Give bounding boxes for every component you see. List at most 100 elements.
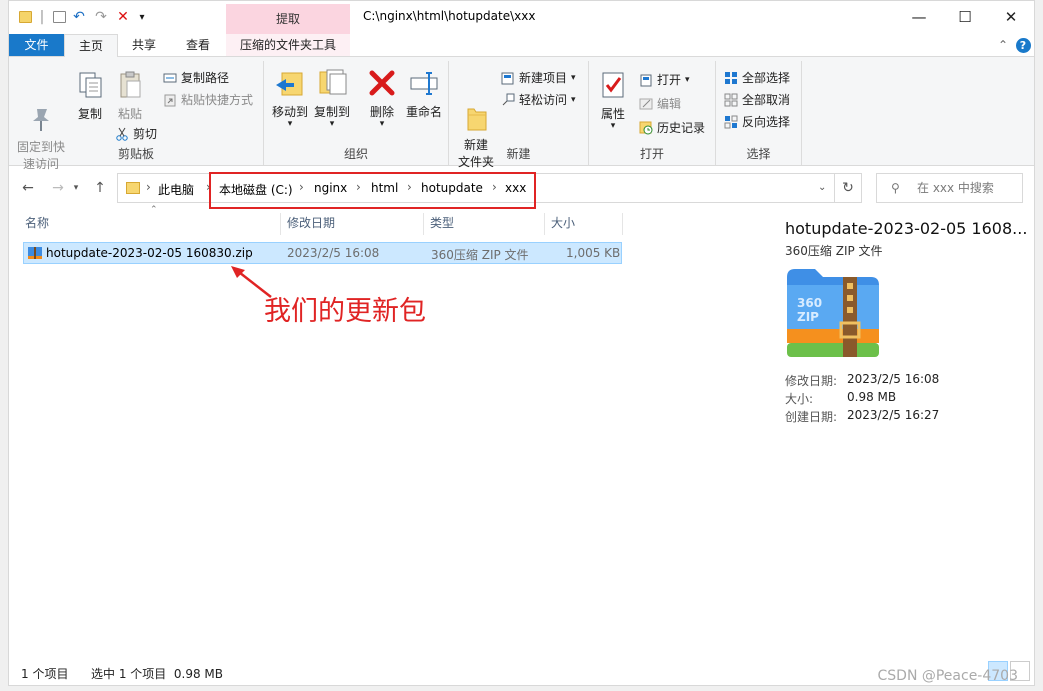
preview-size-label: 大小:: [785, 392, 814, 406]
paste-icon: [114, 69, 146, 101]
column-header-type[interactable]: 类型: [430, 211, 454, 235]
column-divider[interactable]: [544, 213, 545, 235]
watermark: CSDN @Peace-4703: [877, 668, 1019, 684]
tab-home[interactable]: 主页: [64, 34, 118, 57]
invert-selection-button[interactable]: 反向选择: [724, 113, 790, 130]
preview-title: hotupdate-2023-02-05 1608...: [785, 219, 1028, 238]
maximize-button[interactable]: ☐: [942, 1, 988, 32]
minimize-button[interactable]: —: [896, 1, 942, 32]
easy-access-label: 轻松访问: [519, 93, 568, 107]
column-divider[interactable]: [280, 213, 281, 235]
ribbon-tabs: 文件 主页 共享 查看 压缩的文件夹工具 ⌃ ?: [9, 34, 1034, 57]
preview-created-label: 创建日期:: [785, 410, 838, 424]
paste-label: 粘贴: [117, 107, 142, 121]
file-date: 2023/2/5 16:08: [287, 246, 380, 260]
rename-button[interactable]: 重命名: [402, 67, 446, 120]
collapse-ribbon-icon[interactable]: ⌃: [995, 34, 1011, 56]
easy-access-icon: [501, 93, 515, 107]
history-button[interactable]: 历史记录: [639, 119, 705, 136]
ribbon: 固定到快 速访问 复制 粘贴 复制路径 粘贴快捷方式 剪切 剪贴板 移动到 ▾ …: [9, 57, 1034, 171]
tab-compressed-folder-tools[interactable]: 压缩的文件夹工具: [226, 34, 350, 56]
delete-quick-icon[interactable]: ✕: [115, 7, 131, 27]
open-dropdown-icon: ▾: [685, 74, 690, 85]
forward-arrow-icon[interactable]: →: [47, 178, 69, 198]
new-item-button[interactable]: 新建项目 ▾: [501, 69, 576, 86]
chevron-right-icon: ›: [146, 180, 151, 194]
copy-to-button[interactable]: 复制到 ▾: [312, 67, 352, 129]
tab-view[interactable]: 查看: [170, 34, 226, 56]
refresh-icon[interactable]: ↻: [835, 173, 862, 203]
select-all-label: 全部选择: [742, 71, 791, 85]
edit-button[interactable]: 编辑: [639, 95, 681, 112]
column-header-name[interactable]: 名称: [25, 211, 49, 235]
select-group: 全部选择 全部取消 反向选择 选择: [716, 61, 802, 165]
recent-locations-icon[interactable]: ▾: [69, 178, 83, 198]
cut-button[interactable]: 剪切: [115, 125, 157, 142]
open-icon: [639, 73, 653, 87]
back-arrow-icon[interactable]: ←: [17, 178, 39, 198]
invert-selection-icon: [724, 115, 738, 129]
preview-modified-label: 修改日期:: [785, 374, 838, 388]
new-group: 新建 文件夹 新建项目 ▾ 轻松访问 ▾ 新建: [449, 61, 589, 169]
redo-icon[interactable]: ↷: [93, 7, 109, 27]
easy-access-dropdown-icon: ▾: [571, 94, 576, 105]
folder-icon: [17, 7, 33, 27]
properties-button[interactable]: 属性 ▾: [595, 69, 631, 131]
paste-button[interactable]: 粘贴: [111, 69, 149, 122]
new-group-label: 新建: [506, 147, 531, 161]
clipboard-group-label: 剪贴板: [117, 147, 154, 161]
copy-to-dropdown-icon: ▾: [329, 119, 335, 129]
up-arrow-icon[interactable]: ↑: [89, 178, 111, 198]
rename-label: 重命名: [405, 105, 442, 119]
new-item-icon: [501, 71, 515, 85]
navigation-bar: ← → ▾ ↑ › 此电脑 › 本地磁盘 (C:) › nginx › html…: [9, 171, 1034, 209]
copy-button[interactable]: 复制: [71, 69, 109, 122]
select-none-icon: [724, 93, 738, 107]
column-divider[interactable]: [423, 213, 424, 235]
delete-button[interactable]: 删除 ▾: [364, 67, 400, 129]
search-input[interactable]: ⚲ 在 xxx 中搜索: [876, 173, 1023, 203]
zip-archive-icon: 360 ZIP: [785, 267, 881, 363]
delete-icon: [366, 67, 398, 99]
highlight-box: [209, 172, 536, 209]
column-divider[interactable]: [622, 213, 623, 235]
folder-icon: [126, 182, 140, 194]
paste-shortcut-button[interactable]: 粘贴快捷方式: [163, 91, 253, 108]
column-header-size[interactable]: 大小: [551, 211, 575, 235]
address-dropdown-icon[interactable]: ⌄: [818, 182, 826, 193]
status-selection: 选中 1 个项目 0.98 MB: [91, 667, 224, 681]
select-all-icon: [724, 71, 738, 85]
undo-icon[interactable]: ↶: [71, 7, 87, 27]
select-none-button[interactable]: 全部取消: [724, 91, 790, 108]
select-all-button[interactable]: 全部选择: [724, 69, 790, 86]
select-none-label: 全部取消: [742, 93, 791, 107]
delete-label: 删除: [369, 105, 394, 119]
properties-dropdown-icon: ▾: [610, 121, 616, 131]
scissors-icon: [115, 127, 129, 141]
extract-context-tab[interactable]: 提取: [226, 4, 350, 34]
file-name: hotupdate-2023-02-05 160830.zip: [46, 246, 253, 260]
properties-quick-icon[interactable]: [51, 7, 67, 27]
help-icon[interactable]: ?: [1015, 34, 1031, 56]
open-button[interactable]: 打开 ▾: [639, 71, 690, 88]
move-to-dropdown-icon: ▾: [287, 119, 293, 129]
open-group-label: 打开: [639, 147, 664, 161]
clipboard-group: 固定到快 速访问 复制 粘贴 复制路径 粘贴快捷方式 剪切 剪贴板: [9, 61, 264, 171]
zip-file-icon: [28, 245, 42, 261]
column-header-date[interactable]: 修改日期: [287, 211, 335, 235]
separator: |: [39, 9, 45, 25]
customize-quick-access-icon[interactable]: ▾: [136, 7, 148, 27]
tab-file[interactable]: 文件: [9, 34, 64, 56]
tab-share[interactable]: 共享: [118, 34, 170, 56]
breadcrumb-this-pc[interactable]: 此电脑: [158, 181, 194, 198]
new-item-label: 新建项目: [519, 71, 568, 85]
easy-access-button[interactable]: 轻松访问 ▾: [501, 91, 576, 108]
edit-icon: [639, 97, 653, 111]
copy-path-button[interactable]: 复制路径: [163, 69, 229, 86]
move-to-button[interactable]: 移动到 ▾: [270, 67, 310, 129]
paste-shortcut-label: 粘贴快捷方式: [181, 93, 254, 107]
copy-to-label: 复制到: [313, 105, 350, 119]
organize-group: 移动到 ▾ 复制到 ▾ 删除 ▾ 重命名 组织: [264, 61, 449, 165]
close-button[interactable]: ✕: [988, 1, 1034, 32]
file-row[interactable]: hotupdate-2023-02-05 160830.zip 2023/2/5…: [23, 242, 622, 264]
